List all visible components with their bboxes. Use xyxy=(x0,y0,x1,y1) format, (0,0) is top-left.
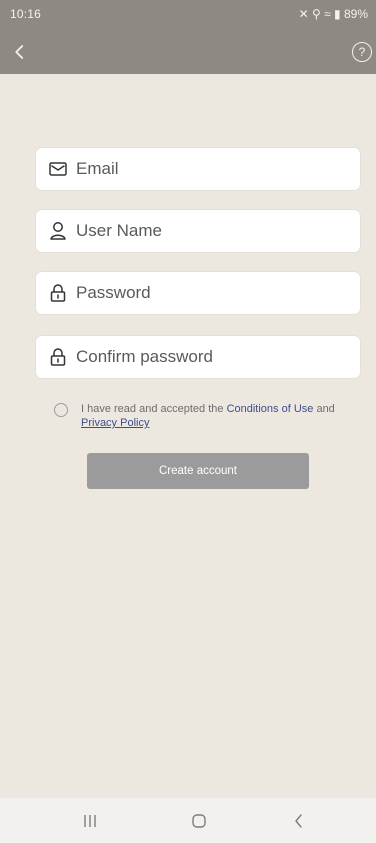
agree-middle: and xyxy=(313,403,335,415)
system-nav-bar xyxy=(0,798,376,843)
email-field[interactable] xyxy=(36,148,360,190)
home-icon xyxy=(192,814,206,828)
confirm-password-field[interactable] xyxy=(36,336,360,378)
email-input[interactable] xyxy=(76,159,336,179)
create-account-button[interactable]: Create account xyxy=(87,453,309,489)
app-bar: ? xyxy=(0,28,376,74)
user-icon xyxy=(48,221,68,241)
help-icon: ? xyxy=(358,45,366,59)
status-time: 10:16 xyxy=(10,7,42,21)
status-bar: 10:16 ✕ ⚲ ≈ ▮ 89% xyxy=(0,0,376,28)
privacy-policy-link[interactable]: Privacy Policy xyxy=(81,417,149,429)
confirm-password-input[interactable] xyxy=(76,347,336,367)
back-nav-button[interactable] xyxy=(286,808,312,834)
home-button[interactable] xyxy=(186,808,212,834)
header: 10:16 ✕ ⚲ ≈ ▮ 89% ? xyxy=(0,0,376,74)
chevron-left-icon xyxy=(15,45,24,59)
back-button[interactable] xyxy=(6,38,34,66)
help-button[interactable]: ? xyxy=(352,42,372,62)
password-input[interactable] xyxy=(76,283,336,303)
back-icon xyxy=(295,814,302,828)
status-icons: ✕ ⚲ ≈ ▮ 89% xyxy=(298,7,368,21)
agree-radio[interactable] xyxy=(54,403,68,417)
password-field[interactable] xyxy=(36,272,360,314)
conditions-of-use-link[interactable]: Conditions of Use xyxy=(227,403,314,415)
lock-icon xyxy=(48,283,68,303)
mail-icon xyxy=(48,159,68,179)
username-field[interactable] xyxy=(36,210,360,252)
username-input[interactable] xyxy=(76,221,336,241)
recents-button[interactable] xyxy=(77,808,103,834)
recents-icon xyxy=(84,815,96,827)
agree-prefix: I have read and accepted the xyxy=(81,403,227,415)
lock-icon xyxy=(48,347,68,367)
agree-text: I have read and accepted the Conditions … xyxy=(81,402,351,430)
